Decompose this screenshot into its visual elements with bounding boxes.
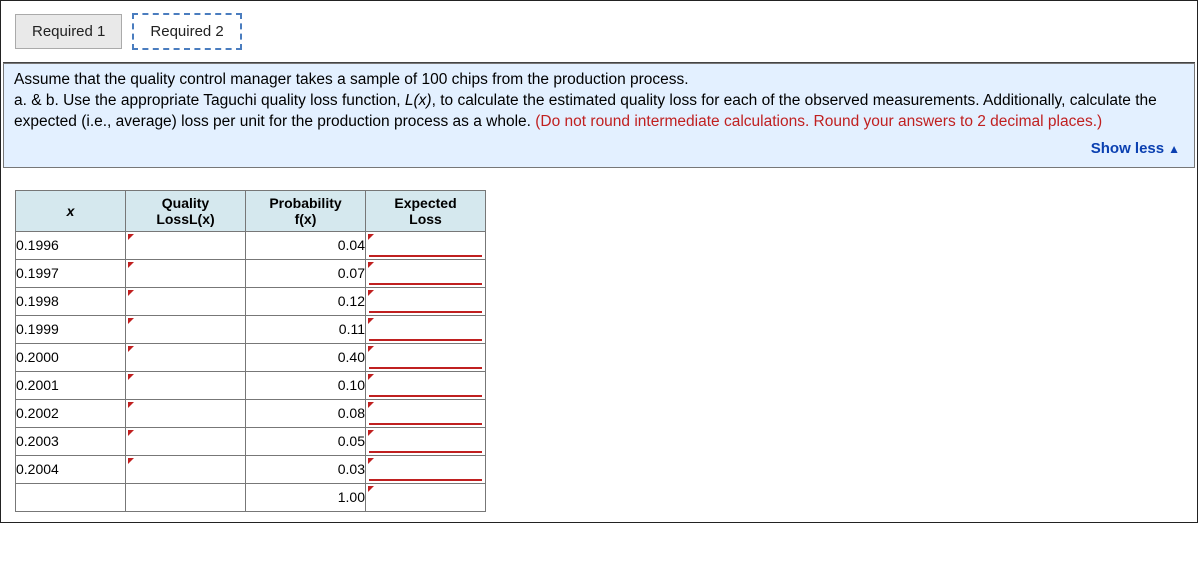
- probability-cell: 0.05: [246, 427, 366, 455]
- tabs-row: Required 1 Required 2: [1, 1, 1197, 50]
- hint-triangle-icon: [368, 402, 374, 408]
- underline-bar: [369, 311, 482, 313]
- data-table: x QualityLossL(x) Probabilityf(x) Expect…: [15, 190, 486, 512]
- underline-bar: [369, 479, 482, 481]
- question-container: Required 1 Required 2 Assume that the qu…: [0, 0, 1198, 523]
- probability-cell: 0.07: [246, 259, 366, 287]
- table-row: 0.2000 0.40: [16, 343, 486, 371]
- probability-cell: 0.08: [246, 399, 366, 427]
- probability-cell: 0.03: [246, 455, 366, 483]
- prompt-box: Assume that the quality control manager …: [3, 63, 1195, 168]
- expected-loss-input[interactable]: [366, 343, 486, 371]
- caret-up-icon: ▲: [1168, 141, 1180, 157]
- probability-cell: 0.12: [246, 287, 366, 315]
- table-row: 0.1996 0.04: [16, 231, 486, 259]
- prompt-line2a: a. & b. Use the appropriate Taguchi qual…: [14, 92, 405, 109]
- quality-loss-input[interactable]: [126, 315, 246, 343]
- header-quality-loss: QualityLossL(x): [126, 190, 246, 231]
- x-cell: 0.1998: [16, 287, 126, 315]
- x-cell: 0.2000: [16, 343, 126, 371]
- table-row: 0.1997 0.07: [16, 259, 486, 287]
- x-cell: 0.1999: [16, 315, 126, 343]
- x-cell: 0.2003: [16, 427, 126, 455]
- hint-triangle-icon: [368, 290, 374, 296]
- hint-triangle-icon: [368, 262, 374, 268]
- x-cell: 0.1997: [16, 259, 126, 287]
- table-row: 0.1999 0.11: [16, 315, 486, 343]
- x-cell: 0.2001: [16, 371, 126, 399]
- underline-bar: [369, 367, 482, 369]
- table-row: 0.1998 0.12: [16, 287, 486, 315]
- probability-cell: 0.10: [246, 371, 366, 399]
- quality-loss-input[interactable]: [126, 455, 246, 483]
- show-less-label: Show less: [1091, 139, 1164, 159]
- underline-bar: [369, 339, 482, 341]
- hint-triangle-icon: [368, 318, 374, 324]
- quality-loss-input[interactable]: [126, 343, 246, 371]
- tab-required-1[interactable]: Required 1: [15, 14, 122, 49]
- hint-triangle-icon: [128, 290, 134, 296]
- underline-bar: [369, 395, 482, 397]
- expected-loss-input[interactable]: [366, 371, 486, 399]
- quality-loss-input[interactable]: [126, 399, 246, 427]
- x-cell: 0.2004: [16, 455, 126, 483]
- underline-bar: [369, 283, 482, 285]
- header-expected-loss: ExpectedLoss: [366, 190, 486, 231]
- header-probability: Probabilityf(x): [246, 190, 366, 231]
- expected-loss-input[interactable]: [366, 399, 486, 427]
- quality-loss-input[interactable]: [126, 287, 246, 315]
- hint-triangle-icon: [128, 318, 134, 324]
- quality-loss-input[interactable]: [126, 427, 246, 455]
- x-cell: 0.2002: [16, 399, 126, 427]
- hint-triangle-icon: [128, 458, 134, 464]
- x-cell: 0.1996: [16, 231, 126, 259]
- underline-bar: [369, 451, 482, 453]
- quality-loss-input[interactable]: [126, 259, 246, 287]
- hint-triangle-icon: [368, 458, 374, 464]
- hint-triangle-icon: [368, 374, 374, 380]
- hint-triangle-icon: [128, 402, 134, 408]
- underline-bar: [369, 255, 482, 257]
- hint-triangle-icon: [368, 234, 374, 240]
- expected-loss-input[interactable]: [366, 259, 486, 287]
- prompt-hint: (Do not round intermediate calculations.…: [535, 113, 1102, 130]
- table-row: 0.2001 0.10: [16, 371, 486, 399]
- hint-triangle-icon: [128, 346, 134, 352]
- table-wrap: x QualityLossL(x) Probabilityf(x) Expect…: [1, 168, 1197, 522]
- show-less-toggle[interactable]: Show less ▲: [1091, 139, 1180, 159]
- expected-loss-input[interactable]: [366, 427, 486, 455]
- expected-loss-total-input[interactable]: [366, 483, 486, 511]
- probability-cell: 0.04: [246, 231, 366, 259]
- probability-cell: 0.11: [246, 315, 366, 343]
- table-row: 0.2002 0.08: [16, 399, 486, 427]
- probability-total: 1.00: [246, 483, 366, 511]
- underline-bar: [369, 423, 482, 425]
- prompt-lx: L(x): [405, 92, 432, 109]
- header-x: x: [16, 190, 126, 231]
- hint-triangle-icon: [128, 234, 134, 240]
- quality-loss-input[interactable]: [126, 371, 246, 399]
- hint-triangle-icon: [128, 374, 134, 380]
- hint-triangle-icon: [368, 486, 374, 492]
- prompt-line1: Assume that the quality control manager …: [14, 71, 689, 88]
- expected-loss-input[interactable]: [366, 231, 486, 259]
- hint-triangle-icon: [128, 430, 134, 436]
- table-row: 0.2003 0.05: [16, 427, 486, 455]
- quality-loss-input[interactable]: [126, 231, 246, 259]
- hint-triangle-icon: [368, 430, 374, 436]
- x-cell-empty: [16, 483, 126, 511]
- probability-cell: 0.40: [246, 343, 366, 371]
- table-row: 0.2004 0.03: [16, 455, 486, 483]
- expected-loss-input[interactable]: [366, 287, 486, 315]
- tab-required-2[interactable]: Required 2: [132, 13, 241, 50]
- quality-loss-empty: [126, 483, 246, 511]
- hint-triangle-icon: [368, 346, 374, 352]
- expected-loss-input[interactable]: [366, 315, 486, 343]
- table-row-total: 1.00: [16, 483, 486, 511]
- expected-loss-input[interactable]: [366, 455, 486, 483]
- hint-triangle-icon: [128, 262, 134, 268]
